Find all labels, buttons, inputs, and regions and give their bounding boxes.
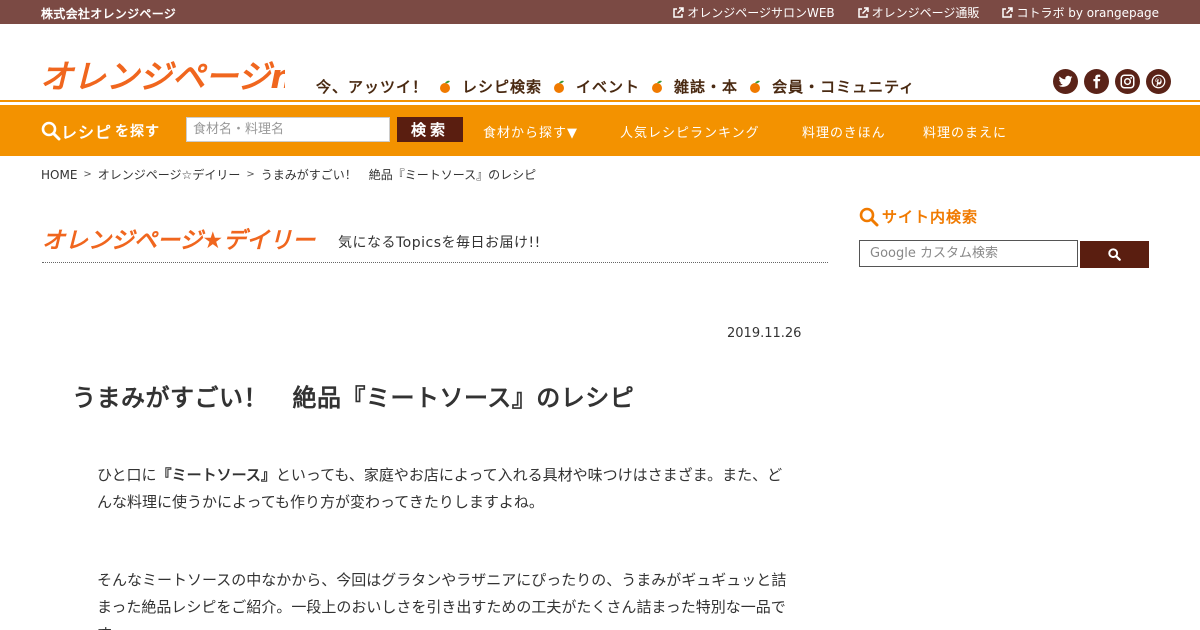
nav-item-trending[interactable]: 今、アッツイ！ — [316, 76, 428, 97]
external-link-icon — [673, 6, 684, 18]
daily-logo[interactable]: オレンジページ★デイリー — [42, 220, 322, 256]
link-shop[interactable]: オレンジページ通販 — [857, 4, 980, 21]
breadcrumb-daily[interactable]: オレンジページ☆デイリー — [98, 166, 241, 183]
breadcrumb-separator: > — [83, 169, 92, 180]
external-link-icon — [1002, 6, 1014, 18]
subnav-ranking[interactable]: 人気レシピランキング — [620, 122, 802, 141]
daily-logo-text: オレンジページ★デイリー — [42, 227, 316, 254]
pinterest-icon[interactable] — [1146, 69, 1171, 94]
company-name: 株式会社オレンジページ — [41, 7, 177, 21]
orange-fruit-icon — [554, 80, 565, 93]
nav-item-magazines[interactable]: 雑誌・本 — [674, 76, 738, 97]
nav-item-events[interactable]: イベント — [576, 76, 640, 97]
recipe-search-label: レシピ を探す — [41, 119, 160, 143]
article-title: うまみがすごい！ 絶品『ミートソース』のレシピ — [72, 384, 635, 412]
breadcrumb-separator: > — [246, 169, 255, 180]
top-bar: 株式会社オレンジページ オレンジページサロンWEB オレンジページ通販 コトラボ… — [0, 0, 1200, 24]
recipe-label-main: レシピ — [61, 123, 113, 142]
twitter-icon[interactable] — [1053, 69, 1078, 94]
external-link-icon — [857, 6, 869, 18]
breadcrumb-current: うまみがすごい！ 絶品『ミートソース』のレシピ — [260, 168, 537, 182]
link-kotolabo[interactable]: コトラボ by orangepage — [1001, 4, 1159, 21]
header-divider — [0, 100, 1200, 102]
site-logo[interactable]: オレンジページnet — [40, 52, 285, 98]
search-icon — [41, 121, 61, 141]
main-nav: 今、アッツイ！ レシピ検索 イベント 雑誌・本 会員・コミュニティ — [316, 76, 915, 97]
breadcrumb-home[interactable]: HOME — [41, 168, 77, 182]
orange-fruit-icon — [652, 80, 663, 93]
subnav-by-ingredient[interactable]: 食材から探す▼ — [483, 122, 620, 141]
instagram-icon[interactable] — [1115, 69, 1140, 94]
link-label: コトラボ by orangepage — [1016, 6, 1159, 20]
link-label: オレンジページサロンWEB — [687, 6, 835, 20]
article-paragraph: ひと口に『ミートソース』といっても、家庭やお店によって入れる具材や味つけはさまざ… — [97, 466, 783, 511]
daily-tagline: 気になるTopicsを毎日お届け!! — [338, 235, 541, 251]
recipe-search-button[interactable]: 検索 — [397, 117, 463, 142]
site-search-button[interactable] — [1080, 241, 1149, 268]
logo-text: オレンジページnet — [40, 57, 285, 96]
breadcrumb: HOME > オレンジページ☆デイリー > うまみがすごい！ 絶品『ミートソース… — [41, 166, 536, 183]
subnav-before-cooking[interactable]: 料理のまえに — [923, 122, 1007, 141]
site-search-label: サイト内検索 — [882, 208, 979, 226]
article-date: 2019.11.26 — [727, 326, 802, 341]
orange-fruit-icon — [440, 80, 451, 93]
subnav-cooking-basics[interactable]: 料理のきほん — [802, 122, 923, 141]
article-paragraph: そんなミートソースの中なかから、今回はグラタンやラザニアにぴったりの、うまみがギ… — [97, 571, 787, 630]
nav-item-community[interactable]: 会員・コミュニティ — [772, 76, 915, 97]
recipe-search-input[interactable] — [186, 117, 390, 142]
social-links — [1053, 69, 1171, 94]
top-links: オレンジページサロンWEB オレンジページ通販 コトラボ by orangepa… — [672, 4, 1159, 21]
search-icon — [1108, 248, 1121, 261]
orange-fruit-icon — [750, 80, 761, 93]
site-header: オレンジページnet 今、アッツイ！ レシピ検索 イベント 雑誌・本 会員・コミ… — [0, 24, 1200, 100]
link-salon-web[interactable]: オレンジページサロンWEB — [672, 4, 835, 21]
site-search-title: サイト内検索 — [859, 206, 978, 227]
site-search-input[interactable] — [859, 240, 1078, 267]
recipe-label-sub: を探す — [115, 124, 161, 140]
facebook-icon[interactable] — [1084, 69, 1109, 94]
nav-item-recipe-search[interactable]: レシピ検索 — [462, 76, 542, 97]
recipe-subnav: 食材から探す▼ 人気レシピランキング 料理のきほん 料理のまえに — [483, 122, 1007, 141]
highlight-text: 『ミートソース』 — [156, 466, 276, 484]
link-label: オレンジページ通販 — [871, 6, 980, 20]
search-icon — [859, 207, 879, 226]
recipe-search-bar: レシピ を探す 検索 食材から探す▼ 人気レシピランキング 料理のきほん 料理の… — [0, 105, 1200, 156]
daily-divider — [42, 262, 828, 263]
